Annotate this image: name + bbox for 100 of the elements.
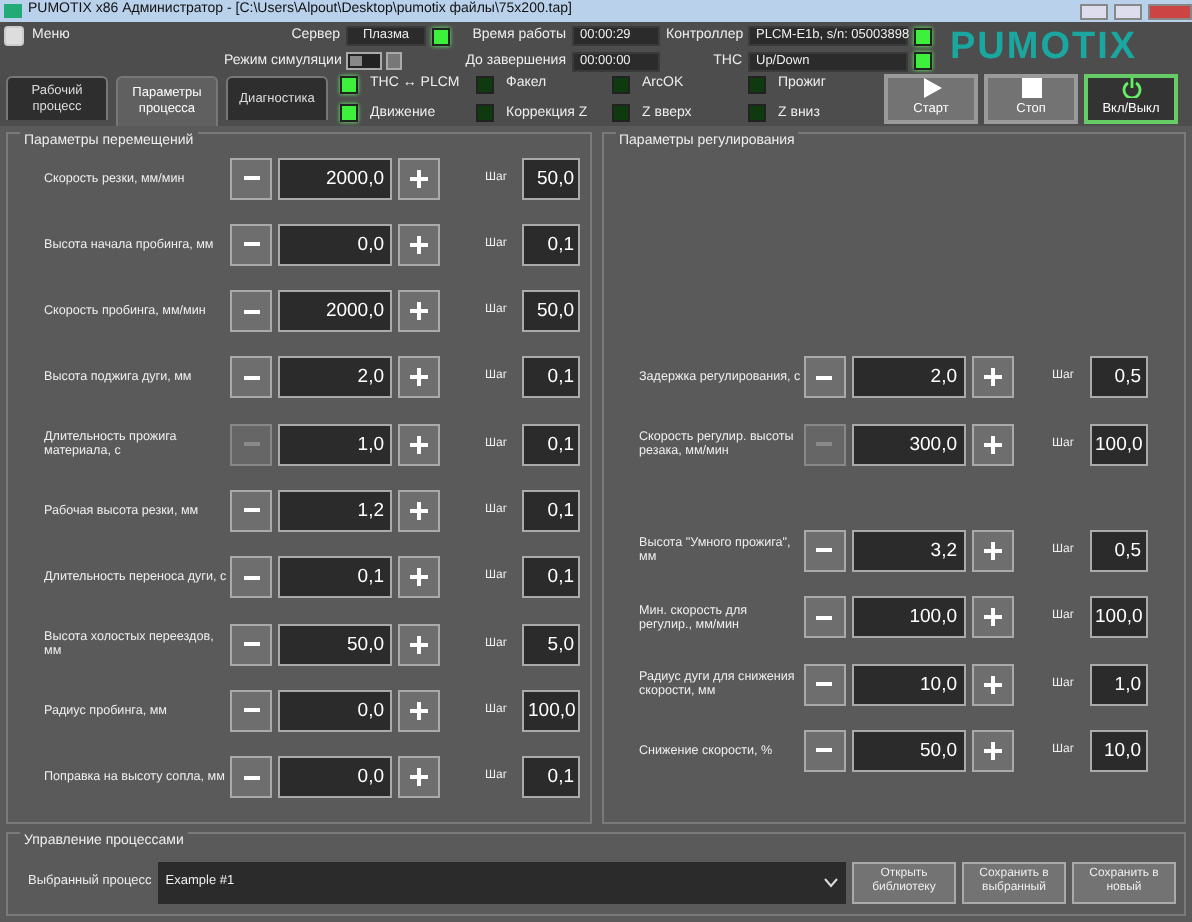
plus-button[interactable]	[398, 689, 440, 732]
step-field[interactable]: 50,0	[522, 157, 580, 199]
plus-icon	[983, 741, 1001, 760]
minus-icon	[243, 775, 259, 780]
plus-button[interactable]	[398, 223, 440, 266]
minus-icon	[243, 708, 259, 713]
value-field[interactable]: 2000,0	[278, 290, 392, 333]
step-field[interactable]: 50,0	[522, 290, 580, 333]
minus-button[interactable]	[230, 623, 272, 666]
minus-icon	[816, 748, 832, 753]
value-field[interactable]: 100,0	[851, 596, 965, 639]
stop-icon	[1021, 78, 1041, 99]
plus-icon	[410, 568, 428, 587]
plus-button[interactable]	[398, 157, 440, 199]
value-field[interactable]: 1,2	[278, 489, 392, 532]
minus-button[interactable]	[230, 556, 272, 599]
minus-button[interactable]	[230, 689, 272, 732]
plus-button[interactable]	[398, 290, 440, 333]
minus-icon	[243, 375, 259, 380]
value-field[interactable]: 0,1	[278, 556, 392, 599]
plus-icon	[983, 675, 1001, 694]
minus-icon	[243, 575, 259, 580]
plus-button[interactable]	[398, 356, 440, 399]
minus-button[interactable]	[803, 529, 845, 572]
app-icon	[4, 4, 22, 18]
plus-icon	[410, 435, 428, 454]
minus-icon	[243, 176, 259, 180]
step-field[interactable]: 0,1	[522, 356, 580, 399]
minus-button[interactable]	[230, 356, 272, 399]
minus-icon	[243, 642, 259, 647]
toggle-switch[interactable]	[346, 52, 382, 71]
step-field[interactable]: 0,5	[1089, 529, 1147, 572]
minus-button[interactable]	[230, 157, 272, 199]
minus-icon	[816, 548, 832, 553]
minus-button[interactable]	[230, 223, 272, 266]
minus-button[interactable]	[230, 489, 272, 532]
step-field[interactable]: 0,1	[522, 223, 580, 266]
minus-icon	[243, 442, 259, 447]
value-field[interactable]: 1,0	[278, 423, 392, 466]
plus-icon	[983, 541, 1001, 560]
minus-icon	[816, 442, 832, 447]
value-field[interactable]: 10,0	[851, 663, 965, 706]
step-field[interactable]: 100,0	[1089, 423, 1147, 466]
value-field[interactable]: 50,0	[851, 729, 965, 772]
plus-button[interactable]	[971, 663, 1013, 706]
minus-button[interactable]	[230, 290, 272, 333]
maximize-button[interactable]	[1114, 3, 1142, 19]
plus-icon	[410, 235, 428, 254]
minus-button[interactable]	[230, 756, 272, 799]
value-field[interactable]: 50,0	[278, 623, 392, 666]
close-button[interactable]	[1148, 3, 1192, 19]
logo: PUMOTIX	[950, 24, 1138, 72]
minus-icon	[816, 615, 832, 620]
plus-button[interactable]	[971, 529, 1013, 572]
minus-button[interactable]	[803, 596, 845, 639]
value-field[interactable]: 2000,0	[278, 157, 392, 199]
plus-icon	[410, 368, 428, 387]
plus-button[interactable]	[398, 556, 440, 599]
chevron-icon	[824, 877, 838, 887]
step-field[interactable]: 5,0	[522, 623, 580, 666]
small-button[interactable]	[386, 52, 402, 71]
step-field[interactable]: 0,5	[1089, 356, 1147, 399]
plus-icon	[410, 635, 428, 654]
plus-icon	[983, 435, 1001, 454]
value-field[interactable]: 0,0	[278, 756, 392, 799]
value-field[interactable]: 300,0	[851, 423, 965, 466]
step-field[interactable]: 100,0	[1089, 596, 1147, 639]
minus-button[interactable]	[803, 729, 845, 772]
value-field[interactable]: 0,0	[278, 223, 392, 266]
plus-icon	[410, 302, 428, 321]
step-field[interactable]: 0,1	[522, 556, 580, 599]
value-field[interactable]: 2,0	[278, 356, 392, 399]
plus-icon	[410, 169, 428, 187]
minus-icon	[243, 508, 259, 513]
plus-icon	[410, 768, 428, 787]
plus-button[interactable]	[971, 423, 1013, 466]
plus-button[interactable]	[971, 729, 1013, 772]
step-field[interactable]: 0,1	[522, 756, 580, 799]
plus-icon	[983, 608, 1001, 627]
plus-button[interactable]	[398, 489, 440, 532]
plus-button[interactable]	[398, 623, 440, 666]
step-field[interactable]: 0,1	[522, 489, 580, 532]
value-field[interactable]: 3,2	[851, 529, 965, 572]
minus-icon	[816, 682, 832, 687]
step-field[interactable]: 0,1	[522, 423, 580, 466]
plus-button[interactable]	[971, 596, 1013, 639]
minimize-button[interactable]	[1080, 3, 1108, 19]
step-field[interactable]: 100,0	[522, 689, 580, 732]
value-field[interactable]: 0,0	[278, 689, 392, 732]
minus-icon	[816, 375, 832, 380]
step-field[interactable]: 1,0	[1089, 663, 1147, 706]
value-field[interactable]: 2,0	[851, 356, 965, 399]
minus-icon	[243, 242, 259, 247]
plus-button[interactable]	[971, 356, 1013, 399]
step-field[interactable]: 10,0	[1089, 729, 1147, 772]
plus-icon	[410, 701, 428, 720]
minus-button[interactable]	[803, 356, 845, 399]
minus-button[interactable]	[803, 663, 845, 706]
plus-button[interactable]	[398, 756, 440, 799]
plus-button[interactable]	[398, 423, 440, 466]
